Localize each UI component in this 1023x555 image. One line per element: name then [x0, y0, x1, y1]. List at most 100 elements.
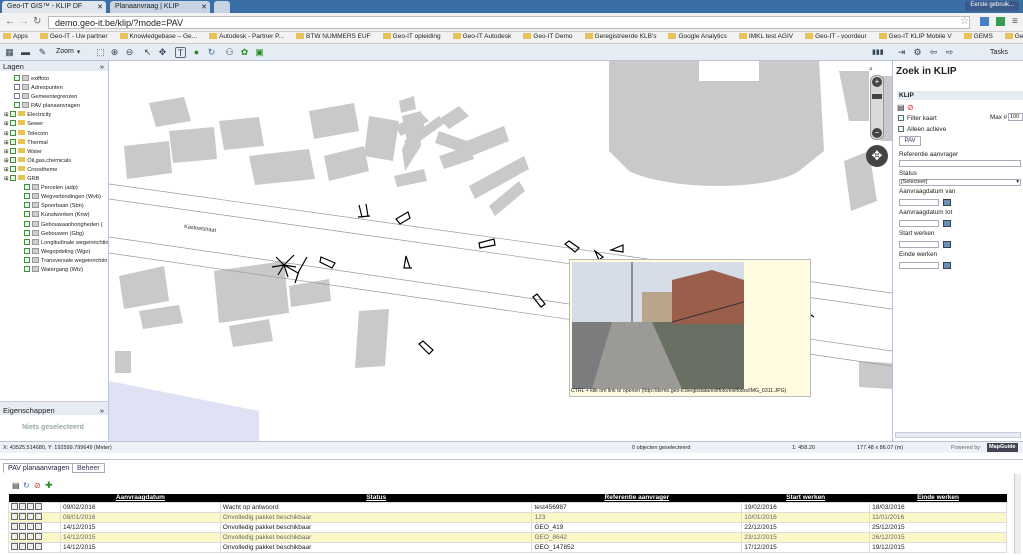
calendar-icon[interactable]: [943, 220, 951, 227]
table-row[interactable]: 14/12/2015 Onvolledig pakket beschikbaar G…: [8, 521, 1007, 533]
pin-icon[interactable]: [27, 513, 34, 520]
extension-icon[interactable]: [980, 17, 989, 26]
layer-checkbox[interactable]: [24, 220, 30, 227]
bookmark-item[interactable]: Geo-IT Autodesk: [450, 32, 515, 41]
layer-item[interactable]: ⊞ Telecom: [0, 129, 108, 139]
pin-icon[interactable]: ✎: [37, 47, 48, 58]
map-icon[interactable]: [35, 533, 42, 540]
photo-marker[interactable]: [357, 203, 371, 218]
star-icon[interactable]: ☆: [960, 16, 969, 27]
layer-checkbox[interactable]: [24, 247, 30, 254]
document-icon[interactable]: [19, 513, 26, 520]
photo-marker[interactable]: [319, 256, 336, 269]
layer-item[interactable]: exiffoto: [0, 75, 108, 84]
vertical-scrollbar[interactable]: [1014, 474, 1021, 554]
bookmark-item[interactable]: Knowledgebase – Ge...: [117, 32, 201, 41]
map-icon[interactable]: [35, 523, 42, 530]
panel-toggle-icon[interactable]: ⇥: [896, 47, 907, 58]
layer-checkbox[interactable]: [24, 229, 30, 236]
einde-werken-input[interactable]: [899, 262, 939, 269]
map-canvas[interactable]: Kasteelstraat CTRL + klik om link te ope…: [109, 61, 892, 441]
back-arrow-icon[interactable]: ←: [5, 16, 15, 27]
photo-marker[interactable]: [478, 238, 496, 249]
document-icon[interactable]: [19, 523, 26, 530]
layer-item[interactable]: ⊞ Crosstheme: [0, 165, 108, 175]
layer-checkbox[interactable]: [24, 265, 30, 272]
horizontal-scrollbar[interactable]: [895, 432, 1021, 438]
bookmark-item[interactable]: Google Analytics: [665, 32, 729, 41]
filter-kaart-checkbox[interactable]: [898, 115, 904, 121]
tasks-button[interactable]: Tasks: [990, 49, 1008, 56]
zoom-dropdown-icon[interactable]: ▾: [73, 47, 84, 58]
search-icon[interactable]: ⌕: [869, 66, 873, 74]
layer-item[interactable]: Longitudinale wegeinrichtin: [0, 238, 108, 248]
text-tool-icon[interactable]: T: [175, 47, 186, 58]
column-header[interactable]: Referentie aanvrager: [531, 494, 742, 502]
document-icon[interactable]: [19, 533, 26, 540]
layer-checkbox[interactable]: [10, 138, 17, 145]
bookmark-item[interactable]: GEMS: [961, 32, 996, 41]
layer-checkbox[interactable]: [24, 202, 30, 209]
layer-checkbox[interactable]: [10, 120, 17, 127]
layer-item[interactable]: ⊞ GRB: [0, 175, 108, 184]
tab-beheer[interactable]: Beheer: [72, 463, 105, 473]
pin-icon[interactable]: [27, 523, 34, 530]
layer-item[interactable]: Wegverbindingen (Wvb): [0, 193, 108, 202]
document-icon[interactable]: [19, 543, 26, 550]
collapse-icon[interactable]: »: [100, 62, 104, 71]
layer-item[interactable]: Kunstwerken (Knw): [0, 211, 108, 220]
reload-icon[interactable]: ↻: [33, 16, 41, 27]
select-arrow-icon[interactable]: ↖: [142, 47, 153, 58]
zoom-out-icon[interactable]: −: [872, 128, 882, 138]
zoom-icon[interactable]: [11, 523, 18, 530]
bookmark-item[interactable]: Geregistreerde KLB's: [582, 32, 660, 41]
export-icon[interactable]: ▤: [12, 481, 20, 490]
layer-checkbox[interactable]: [24, 211, 30, 218]
layer-item[interactable]: Spoorbaan (Sbn): [0, 202, 108, 211]
layer-item[interactable]: Wegopdeling (Wgo): [0, 247, 108, 257]
calendar-icon[interactable]: [943, 199, 951, 206]
layer-item[interactable]: ⊞ Thermal: [0, 138, 108, 148]
column-header[interactable]: Einde werken: [869, 494, 1007, 502]
layer-checkbox[interactable]: [14, 75, 20, 81]
bookmark-item[interactable]: Geo-IT - Uw partner: [37, 32, 111, 41]
bookmark-item[interactable]: IMKL test AGIV: [736, 32, 796, 41]
photo-marker[interactable]: [418, 340, 434, 355]
menu-icon[interactable]: ≡: [1012, 16, 1018, 27]
pin-icon[interactable]: [27, 533, 34, 540]
ruler-icon[interactable]: ▬: [20, 47, 31, 58]
pin-icon[interactable]: [27, 503, 34, 510]
browser-tab-planaanvraag[interactable]: Planaanvraag | KLIP ✕: [110, 1, 210, 13]
start-werken-input[interactable]: [899, 241, 939, 248]
zoom-icon[interactable]: [11, 543, 18, 550]
clear-icon[interactable]: ⊘: [907, 103, 914, 112]
layer-item[interactable]: Gemeentegrenzen: [0, 93, 108, 102]
layer-item[interactable]: PAV planaanvragen: [0, 102, 108, 111]
layer-checkbox[interactable]: [14, 102, 20, 109]
zoom-window-icon[interactable]: ⬚: [95, 47, 106, 58]
photo-tooltip[interactable]: CTRL + klik om link te openen (http://de…: [569, 259, 811, 397]
layer-item[interactable]: Transversale wegeinrichtin: [0, 256, 108, 266]
photo-marker[interactable]: [564, 240, 580, 253]
table-row[interactable]: 14/12/2015 Onvolledig pakket beschikbaar G…: [8, 531, 1007, 543]
calendar-icon[interactable]: [943, 262, 951, 269]
column-header[interactable]: Start werken: [741, 494, 870, 502]
tab-pav-planaanvragen[interactable]: PAV planaanvragen: [3, 463, 75, 473]
layer-checkbox[interactable]: [10, 165, 17, 172]
layer-item[interactable]: ⊞ Water: [0, 147, 108, 157]
refresh-icon[interactable]: ↻: [206, 47, 217, 58]
list-icon[interactable]: ▤: [897, 103, 905, 112]
layer-item[interactable]: ⊞ Oil,gas,chemicals: [0, 156, 108, 166]
pav-button[interactable]: PAV: [899, 136, 921, 146]
forward-icon[interactable]: ⇨: [944, 47, 955, 58]
column-header[interactable]: Status: [220, 494, 532, 502]
map-icon[interactable]: [35, 513, 42, 520]
pan-control-icon[interactable]: ✥: [866, 145, 888, 167]
zoom-in-icon[interactable]: +: [872, 77, 882, 87]
layer-item[interactable]: ⊞ Sewer: [0, 120, 108, 129]
pin-icon[interactable]: [27, 543, 34, 550]
bookmark-item[interactable]: Geo-IT KLIP Mobile V: [876, 32, 955, 41]
forward-arrow-icon[interactable]: →: [19, 16, 29, 27]
zoom-slider[interactable]: + −: [870, 75, 884, 140]
user-chip[interactable]: Eerste gebruik...: [965, 1, 1019, 11]
